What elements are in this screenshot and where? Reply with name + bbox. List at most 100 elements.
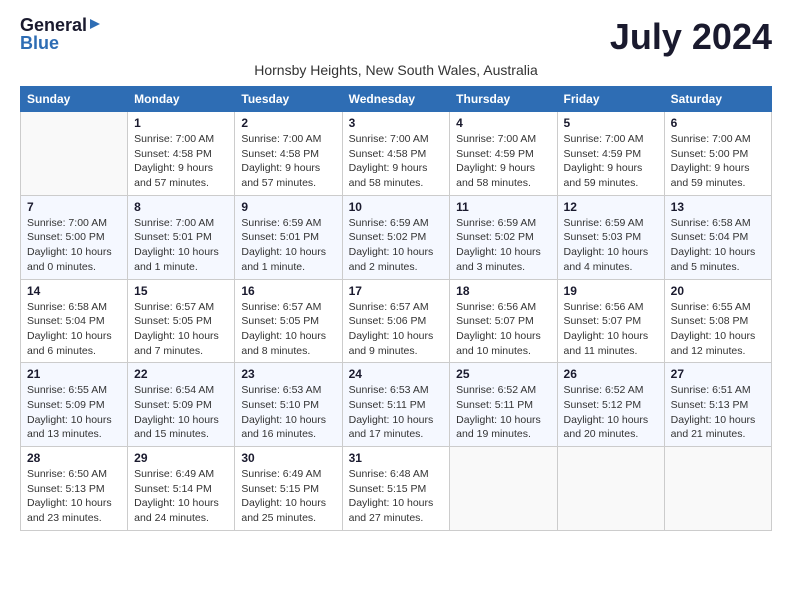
day-info: Sunrise: 7:00 AMSunset: 5:01 PMDaylight:… (134, 216, 228, 275)
day-info: Sunrise: 6:54 AMSunset: 5:09 PMDaylight:… (134, 383, 228, 442)
sunset-text: Sunset: 5:02 PM (349, 230, 444, 245)
sunset-text: Sunset: 5:12 PM (564, 398, 658, 413)
sunset-text: Sunset: 5:15 PM (241, 482, 335, 497)
day-info: Sunrise: 7:00 AMSunset: 5:00 PMDaylight:… (671, 132, 765, 191)
day-number: 12 (564, 200, 658, 214)
sunrise-text: Sunrise: 6:50 AM (27, 467, 121, 482)
day-number: 25 (456, 367, 550, 381)
day-info: Sunrise: 7:00 AMSunset: 5:00 PMDaylight:… (27, 216, 121, 275)
day-info: Sunrise: 6:57 AMSunset: 5:06 PMDaylight:… (349, 300, 444, 359)
calendar-cell (664, 447, 771, 531)
sunset-text: Sunset: 5:14 PM (134, 482, 228, 497)
sunset-text: Sunset: 4:59 PM (456, 147, 550, 162)
daylight-text: Daylight: 9 hours and 58 minutes. (456, 161, 550, 190)
calendar-cell: 17Sunrise: 6:57 AMSunset: 5:06 PMDayligh… (342, 279, 450, 363)
column-header-monday: Monday (128, 87, 235, 112)
calendar-cell: 1Sunrise: 7:00 AMSunset: 4:58 PMDaylight… (128, 112, 235, 196)
day-info: Sunrise: 6:52 AMSunset: 5:11 PMDaylight:… (456, 383, 550, 442)
calendar-table: SundayMondayTuesdayWednesdayThursdayFrid… (20, 86, 772, 531)
sunrise-text: Sunrise: 6:52 AM (456, 383, 550, 398)
day-number: 21 (27, 367, 121, 381)
sunrise-text: Sunrise: 6:53 AM (241, 383, 335, 398)
sunset-text: Sunset: 5:05 PM (241, 314, 335, 329)
sunset-text: Sunset: 5:13 PM (27, 482, 121, 497)
sunset-text: Sunset: 5:04 PM (27, 314, 121, 329)
sunset-text: Sunset: 5:05 PM (134, 314, 228, 329)
daylight-text: Daylight: 10 hours and 0 minutes. (27, 245, 121, 274)
day-info: Sunrise: 6:49 AMSunset: 5:14 PMDaylight:… (134, 467, 228, 526)
day-info: Sunrise: 7:00 AMSunset: 4:59 PMDaylight:… (564, 132, 658, 191)
day-number: 4 (456, 116, 550, 130)
calendar-cell: 7Sunrise: 7:00 AMSunset: 5:00 PMDaylight… (21, 195, 128, 279)
sunrise-text: Sunrise: 6:57 AM (349, 300, 444, 315)
daylight-text: Daylight: 10 hours and 17 minutes. (349, 413, 444, 442)
sunrise-text: Sunrise: 6:56 AM (564, 300, 658, 315)
sunset-text: Sunset: 5:04 PM (671, 230, 765, 245)
sunset-text: Sunset: 5:09 PM (27, 398, 121, 413)
calendar-cell: 8Sunrise: 7:00 AMSunset: 5:01 PMDaylight… (128, 195, 235, 279)
calendar-week-row: 28Sunrise: 6:50 AMSunset: 5:13 PMDayligh… (21, 447, 772, 531)
day-info: Sunrise: 6:57 AMSunset: 5:05 PMDaylight:… (134, 300, 228, 359)
day-number: 10 (349, 200, 444, 214)
day-number: 23 (241, 367, 335, 381)
day-info: Sunrise: 6:56 AMSunset: 5:07 PMDaylight:… (456, 300, 550, 359)
day-number: 14 (27, 284, 121, 298)
day-info: Sunrise: 6:52 AMSunset: 5:12 PMDaylight:… (564, 383, 658, 442)
sunrise-text: Sunrise: 6:48 AM (349, 467, 444, 482)
day-number: 9 (241, 200, 335, 214)
day-number: 20 (671, 284, 765, 298)
day-number: 18 (456, 284, 550, 298)
sunrise-text: Sunrise: 6:49 AM (241, 467, 335, 482)
day-number: 5 (564, 116, 658, 130)
sunset-text: Sunset: 5:07 PM (456, 314, 550, 329)
calendar-cell (21, 112, 128, 196)
calendar-cell: 2Sunrise: 7:00 AMSunset: 4:58 PMDaylight… (235, 112, 342, 196)
day-number: 31 (349, 451, 444, 465)
day-info: Sunrise: 6:49 AMSunset: 5:15 PMDaylight:… (241, 467, 335, 526)
calendar-cell: 28Sunrise: 6:50 AMSunset: 5:13 PMDayligh… (21, 447, 128, 531)
calendar-cell: 16Sunrise: 6:57 AMSunset: 5:05 PMDayligh… (235, 279, 342, 363)
sunrise-text: Sunrise: 6:55 AM (671, 300, 765, 315)
column-header-thursday: Thursday (450, 87, 557, 112)
daylight-text: Daylight: 10 hours and 1 minute. (134, 245, 228, 274)
sunset-text: Sunset: 5:15 PM (349, 482, 444, 497)
logo-general: General (20, 16, 87, 34)
daylight-text: Daylight: 9 hours and 59 minutes. (671, 161, 765, 190)
day-number: 19 (564, 284, 658, 298)
calendar-cell: 27Sunrise: 6:51 AMSunset: 5:13 PMDayligh… (664, 363, 771, 447)
sunrise-text: Sunrise: 6:54 AM (134, 383, 228, 398)
sunset-text: Sunset: 5:09 PM (134, 398, 228, 413)
sunset-text: Sunset: 5:00 PM (671, 147, 765, 162)
sunrise-text: Sunrise: 7:00 AM (241, 132, 335, 147)
day-info: Sunrise: 6:59 AMSunset: 5:03 PMDaylight:… (564, 216, 658, 275)
sunset-text: Sunset: 5:01 PM (241, 230, 335, 245)
daylight-text: Daylight: 9 hours and 58 minutes. (349, 161, 444, 190)
sunset-text: Sunset: 4:58 PM (134, 147, 228, 162)
day-info: Sunrise: 6:55 AMSunset: 5:08 PMDaylight:… (671, 300, 765, 359)
daylight-text: Daylight: 10 hours and 9 minutes. (349, 329, 444, 358)
day-number: 13 (671, 200, 765, 214)
day-info: Sunrise: 6:58 AMSunset: 5:04 PMDaylight:… (671, 216, 765, 275)
logo-arrow-icon (88, 17, 102, 31)
sunrise-text: Sunrise: 6:59 AM (564, 216, 658, 231)
daylight-text: Daylight: 10 hours and 27 minutes. (349, 496, 444, 525)
daylight-text: Daylight: 10 hours and 13 minutes. (27, 413, 121, 442)
day-number: 3 (349, 116, 444, 130)
sunset-text: Sunset: 5:13 PM (671, 398, 765, 413)
column-header-sunday: Sunday (21, 87, 128, 112)
day-number: 27 (671, 367, 765, 381)
calendar-cell: 9Sunrise: 6:59 AMSunset: 5:01 PMDaylight… (235, 195, 342, 279)
day-info: Sunrise: 6:48 AMSunset: 5:15 PMDaylight:… (349, 467, 444, 526)
day-info: Sunrise: 6:55 AMSunset: 5:09 PMDaylight:… (27, 383, 121, 442)
sunrise-text: Sunrise: 6:52 AM (564, 383, 658, 398)
day-number: 29 (134, 451, 228, 465)
day-info: Sunrise: 6:53 AMSunset: 5:11 PMDaylight:… (349, 383, 444, 442)
daylight-text: Daylight: 10 hours and 10 minutes. (456, 329, 550, 358)
calendar-cell: 23Sunrise: 6:53 AMSunset: 5:10 PMDayligh… (235, 363, 342, 447)
daylight-text: Daylight: 10 hours and 24 minutes. (134, 496, 228, 525)
day-info: Sunrise: 7:00 AMSunset: 4:58 PMDaylight:… (349, 132, 444, 191)
sunrise-text: Sunrise: 6:57 AM (134, 300, 228, 315)
calendar-week-row: 14Sunrise: 6:58 AMSunset: 5:04 PMDayligh… (21, 279, 772, 363)
day-number: 26 (564, 367, 658, 381)
day-number: 22 (134, 367, 228, 381)
